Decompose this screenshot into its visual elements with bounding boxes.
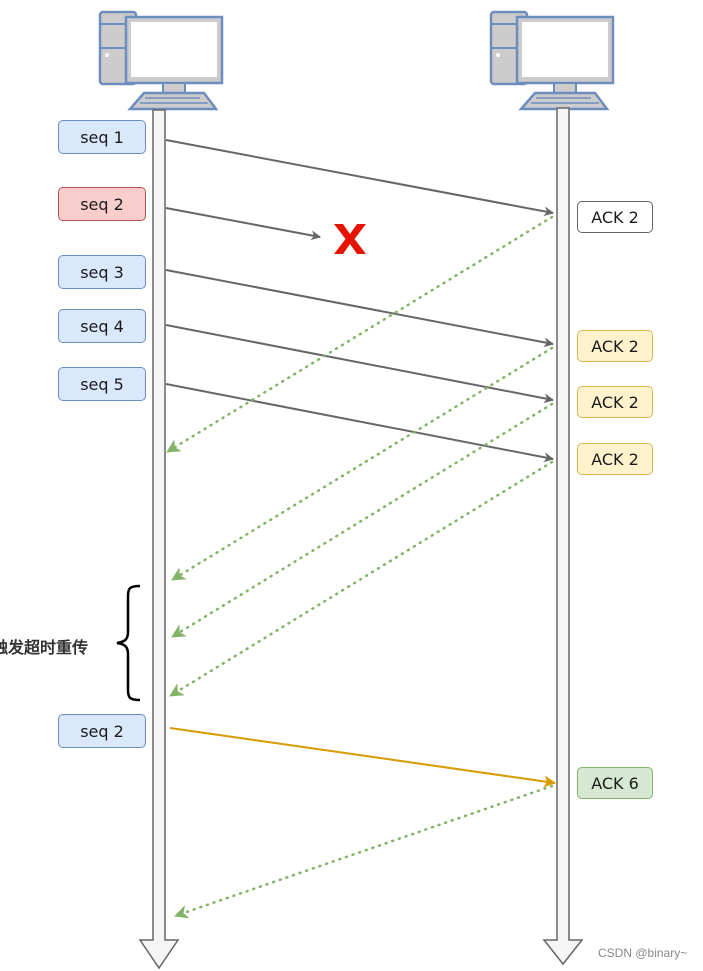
ack-arrow-4	[168, 460, 554, 698]
seq4-arrow	[165, 324, 554, 404]
seq1-arrow	[165, 139, 554, 217]
seq2-lost-arrow	[165, 207, 321, 241]
packet-label: seq 2	[80, 194, 124, 214]
receiver-computer-icon	[489, 10, 615, 111]
ack-box-5: ACK 6	[577, 767, 653, 799]
packet-seq-1: seq 1	[58, 120, 146, 154]
packet-label: seq 1	[80, 127, 124, 147]
receiver-lifeline	[542, 107, 584, 966]
ack-label: ACK 2	[591, 449, 639, 469]
seq2-retransmit-arrow	[169, 727, 556, 788]
sender-computer-icon	[98, 10, 224, 111]
packet-seq-2-lost: seq 2	[58, 187, 146, 221]
ack-label: ACK 2	[591, 392, 639, 412]
ack-box-2: ACK 2	[577, 330, 653, 362]
lost-packet-x-icon	[334, 224, 366, 254]
ack-box-1: ACK 2	[577, 201, 653, 233]
ack-arrow-3	[170, 402, 554, 639]
timeout-retransmit-label: 触发超时重传	[0, 638, 89, 657]
packet-label: seq 2	[80, 721, 124, 741]
ack-arrow-5	[173, 784, 554, 919]
packet-seq-4: seq 4	[58, 309, 146, 343]
ack-label: ACK 6	[591, 773, 639, 793]
packet-label: seq 4	[80, 316, 124, 336]
packet-seq-2-retransmit: seq 2	[58, 714, 146, 748]
ack-box-4: ACK 2	[577, 443, 653, 475]
ack-arrow-2	[170, 346, 554, 582]
ack-label: ACK 2	[591, 207, 639, 227]
seq3-arrow	[165, 269, 554, 348]
packet-label: seq 5	[80, 374, 124, 394]
seq5-arrow	[165, 383, 554, 463]
sender-lifeline	[138, 109, 180, 970]
ack-label: ACK 2	[591, 336, 639, 356]
timeout-brace	[116, 584, 141, 702]
ack-box-3: ACK 2	[577, 386, 653, 418]
packet-seq-5: seq 5	[58, 367, 146, 401]
packet-label: seq 3	[80, 262, 124, 282]
packet-seq-3: seq 3	[58, 255, 146, 289]
watermark: CSDN @binary~	[598, 946, 688, 960]
